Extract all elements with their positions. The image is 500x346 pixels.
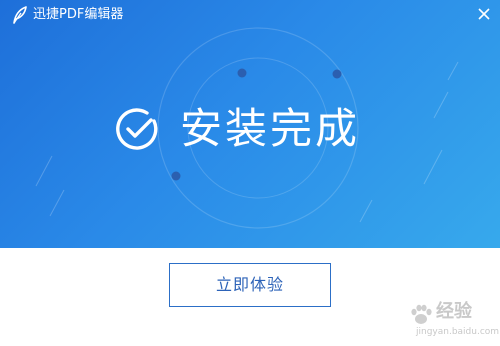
- decor-line: [447, 61, 459, 81]
- close-icon: [478, 8, 490, 20]
- feather-logo-icon: [13, 6, 27, 24]
- decor-line: [359, 199, 373, 223]
- orbit-dot: [237, 68, 247, 78]
- watermark-brand: 经验: [436, 301, 472, 322]
- completion-banner: 迅捷PDF编辑器 安装完成: [0, 0, 500, 248]
- status-text: 安装完成: [180, 104, 361, 153]
- installer-window: 迅捷PDF编辑器 安装完成 立即体验 经验 jingyan.baidu.com: [0, 0, 500, 346]
- check-circle-icon: [116, 108, 158, 150]
- watermark-url: jingyan.baidu.com: [416, 327, 500, 337]
- try-now-button[interactable]: 立即体验: [169, 263, 331, 307]
- decor-line: [423, 149, 443, 185]
- paw-icon: [411, 304, 432, 324]
- watermark: 经验 jingyan.baidu.com: [408, 298, 499, 342]
- decor-line: [49, 189, 65, 217]
- decor-line: [35, 155, 53, 187]
- decor-line: [433, 91, 449, 119]
- close-button[interactable]: [472, 2, 496, 26]
- orbit-dot: [171, 171, 181, 181]
- orbit-dot: [332, 69, 342, 79]
- install-status: 安装完成: [114, 104, 360, 154]
- title-bar: 迅捷PDF编辑器: [0, 0, 500, 30]
- app-title: 迅捷PDF编辑器: [33, 7, 124, 22]
